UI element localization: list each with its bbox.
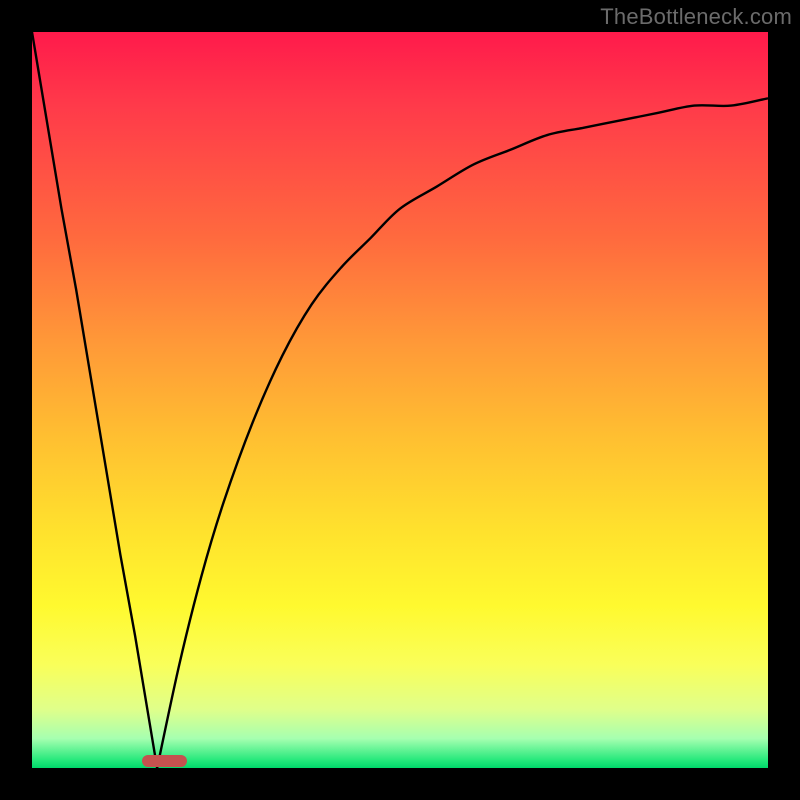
curve-left-branch <box>32 32 157 768</box>
curve-right-branch <box>157 98 768 768</box>
watermark-text: TheBottleneck.com <box>600 4 792 30</box>
chart-frame: TheBottleneck.com <box>0 0 800 800</box>
plot-area <box>32 32 768 768</box>
curve-layer <box>32 32 768 768</box>
vertex-marker <box>142 755 186 767</box>
